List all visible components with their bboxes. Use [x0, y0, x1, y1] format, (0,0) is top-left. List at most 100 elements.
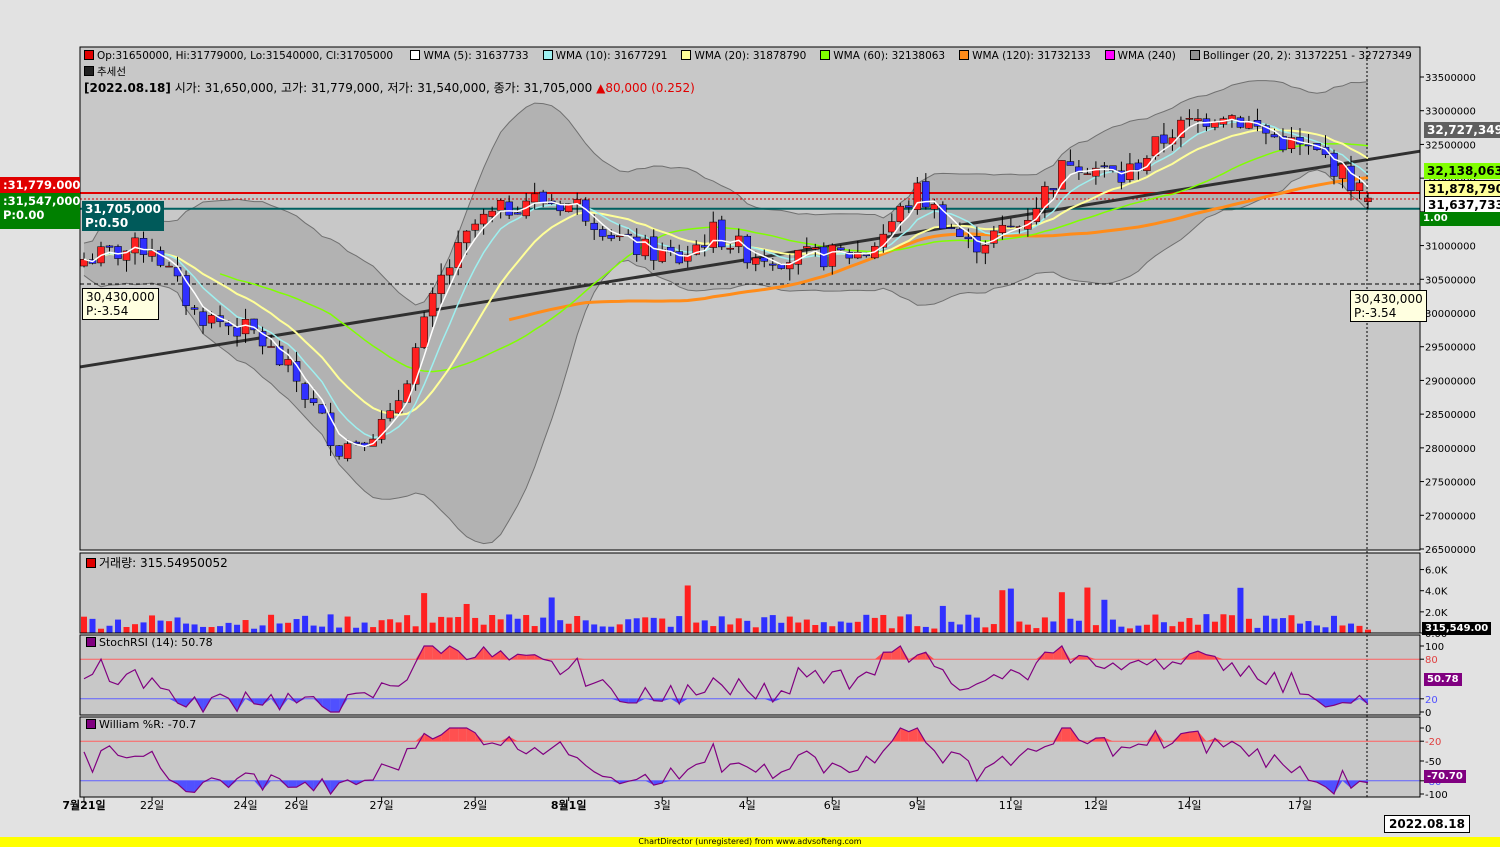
volume-bar	[948, 621, 955, 633]
volume-bar	[1067, 618, 1074, 633]
volume-bar	[1245, 618, 1252, 633]
ohlc-legend-item: Op:31650000, Hi:31779000, Lo:31540000, C…	[84, 50, 393, 62]
volume-tick-label: 6.0K	[1425, 566, 1448, 577]
volume-bar	[429, 622, 436, 633]
williams-last-tag: -70.70	[1424, 770, 1466, 783]
volume-bar	[735, 618, 742, 633]
volume-bar	[1126, 628, 1133, 633]
volume-bar	[871, 617, 878, 633]
volume-bar	[633, 618, 640, 633]
volume-bar	[310, 625, 317, 633]
candle-body	[1211, 122, 1219, 128]
volume-bar	[489, 615, 496, 633]
volume-bar	[293, 619, 300, 633]
x-tick-label: 17일	[1288, 798, 1312, 812]
indicator-legend: Op:31650000, Hi:31779000, Lo:31540000, C…	[84, 50, 1426, 79]
candle-body	[607, 234, 615, 239]
candle-body	[1245, 121, 1253, 129]
volume-bar	[1237, 587, 1244, 633]
price-tick-label: 30000000	[1425, 309, 1476, 320]
volume-bar	[718, 616, 725, 633]
stochrsi-oversold-fill	[330, 698, 340, 712]
x-tick-label: 22일	[140, 798, 164, 812]
candle-body	[1151, 136, 1160, 157]
price-tick-label: 27000000	[1425, 511, 1476, 522]
volume-bar	[565, 623, 572, 633]
volume-bar	[1160, 622, 1167, 633]
candle-body	[752, 257, 760, 265]
indicator-legend-item: WMA (120): 31732133	[959, 50, 1091, 62]
volume-bar	[302, 615, 309, 633]
candle-body	[131, 237, 139, 254]
left-mid-tag: :31,547,000 P:0.00	[0, 193, 80, 229]
candle-body	[343, 443, 352, 459]
volume-bar	[276, 623, 283, 633]
volume-bar	[778, 622, 785, 633]
volume-bar	[990, 624, 997, 633]
info-high: 고가: 31,779,000,	[281, 81, 384, 95]
trading-chart[interactable]: 3350000033000000325000003200000031500000…	[0, 0, 1500, 847]
candle-body	[803, 246, 811, 249]
volume-bar	[582, 620, 589, 633]
volume-bar	[455, 616, 462, 633]
williams-swatch-icon	[86, 719, 96, 729]
volume-bar	[1033, 628, 1040, 633]
candle-body	[1066, 161, 1075, 166]
candle-body	[769, 263, 777, 266]
volume-bar	[1118, 626, 1125, 633]
volume-bar	[676, 616, 683, 633]
volume-bar	[523, 615, 530, 633]
volume-bar	[939, 605, 946, 633]
volume-bar	[854, 621, 861, 633]
candle-body	[675, 251, 683, 264]
volume-bar	[701, 620, 708, 633]
volume-bar	[191, 624, 198, 633]
candle-body	[105, 245, 114, 248]
volume-bar	[761, 617, 768, 633]
candle-body	[658, 249, 666, 262]
indicator-legend-item: WMA (20): 31878790	[681, 50, 806, 62]
indicator-legend-item: WMA (10): 31677291	[542, 50, 667, 62]
price-tick-label: 29500000	[1425, 343, 1476, 354]
candle-body	[335, 445, 343, 457]
volume-bar	[1330, 615, 1337, 633]
candle-body	[139, 238, 148, 255]
x-tick-label: 14일	[1177, 798, 1201, 812]
volume-bar	[1279, 618, 1286, 633]
price-tick-label: 26500000	[1425, 545, 1476, 556]
volume-bar	[642, 617, 649, 633]
volume-bar	[625, 619, 632, 633]
stochrsi-overbought-fill	[883, 652, 892, 660]
volume-bar	[1262, 615, 1269, 633]
support-callout-right: 30,430,000 P:-3.54	[1350, 290, 1427, 322]
volume-bar	[1177, 621, 1184, 633]
williams-overbought-fill	[449, 728, 459, 742]
volume-bar	[225, 622, 232, 633]
volume-bar	[404, 615, 411, 633]
volume-bar	[115, 619, 122, 633]
left-high-tag: :31,779.000	[0, 177, 80, 193]
info-close: 종가: 31,705,000	[493, 81, 593, 95]
candle-body	[1355, 182, 1364, 192]
volume-bar	[1101, 599, 1108, 633]
price-tick-label: 33500000	[1425, 73, 1476, 84]
volume-bar	[846, 622, 853, 633]
candle-body	[726, 247, 735, 250]
candle-body	[428, 293, 437, 317]
price-tick-label: 33000000	[1425, 107, 1476, 118]
volume-bar	[616, 624, 623, 633]
volume-bar	[370, 627, 377, 633]
support-callout-left: 30,430,000 P:-3.54	[82, 288, 159, 320]
candle-body	[437, 274, 445, 294]
volume-title: 거래량: 315.54950052	[86, 554, 228, 571]
candle-body	[615, 235, 624, 238]
indicator-legend-item: Bollinger (20, 2): 31372251 - 32727349	[1189, 50, 1412, 62]
volume-bar	[344, 616, 351, 633]
volume-bar	[497, 619, 504, 633]
volume-bar	[81, 616, 87, 633]
candle-body	[1160, 134, 1168, 144]
volume-bar	[1220, 614, 1227, 633]
volume-bar	[319, 626, 326, 633]
volume-bar	[727, 624, 734, 633]
volume-bar	[412, 626, 419, 633]
